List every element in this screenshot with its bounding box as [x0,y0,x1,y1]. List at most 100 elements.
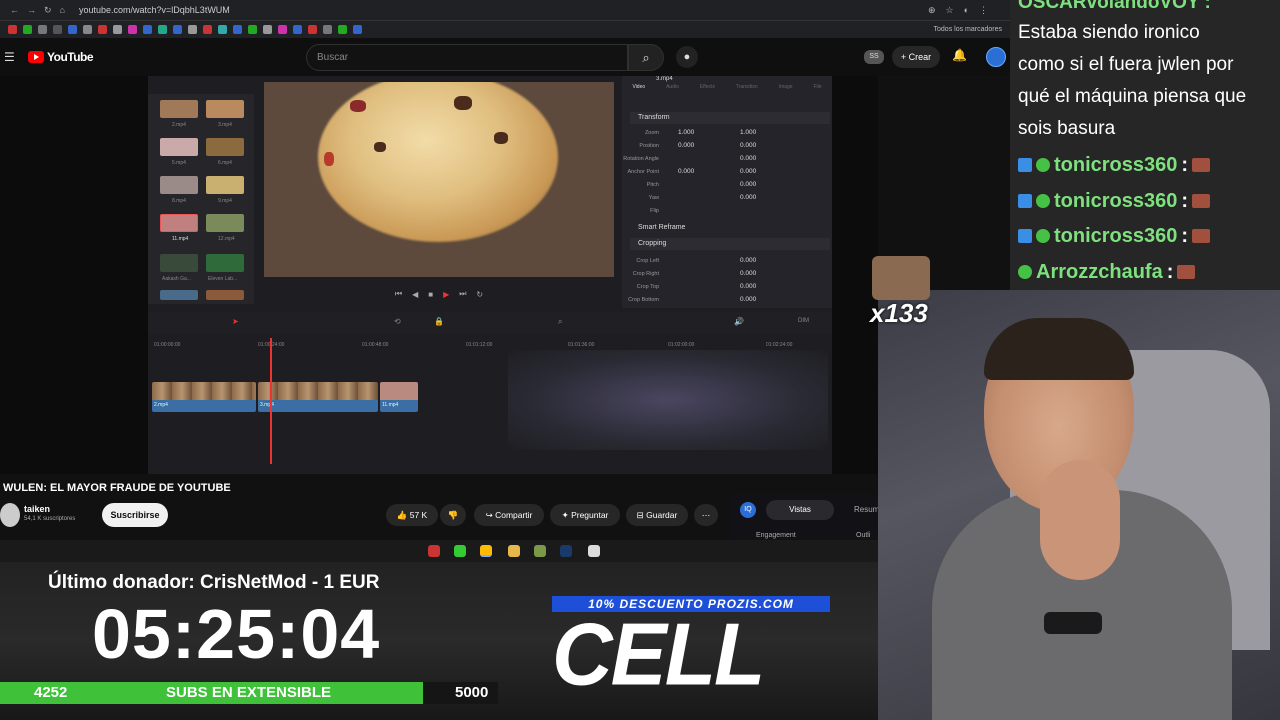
media-thumb[interactable] [206,254,244,272]
rotation-value[interactable]: 0.000 [740,155,756,162]
position-x[interactable]: 0.000 [678,142,694,149]
more-icon[interactable]: ⋯ [694,504,718,526]
channel-avatar[interactable] [0,503,20,527]
youtube-logo[interactable]: YouTube [28,50,94,64]
tab-file[interactable]: File [813,84,821,112]
transform-section[interactable]: Transform [630,112,830,124]
bookmark-icon[interactable] [113,25,122,34]
tab-transition[interactable]: Transition [736,84,758,112]
bookmark-icon[interactable] [338,25,347,34]
volume-icon[interactable]: 🔊 [734,317,744,326]
bookmark-icon[interactable] [263,25,272,34]
crop-left-value[interactable]: 0.000 [740,257,756,264]
timeline-clip[interactable]: 11.mp4 [380,382,418,412]
bookmark-icon[interactable] [8,25,17,34]
smart-reframe-section[interactable]: Smart Reframe [630,222,830,234]
zoom-x[interactable]: 1.000 [678,129,694,136]
tab-image[interactable]: Image [779,84,793,112]
step-back-icon[interactable]: ◀ [412,290,418,299]
subscribe-button[interactable]: Suscribirse [102,503,168,527]
position-y[interactable]: 0.000 [740,142,756,149]
app-icon[interactable] [454,545,466,557]
rotation-row[interactable]: Rotation Angle 0.000 [622,154,827,166]
bookmark-icon[interactable] [323,25,332,34]
zoom-row[interactable]: Zoom 1.000 1.000 [622,128,827,140]
crop-bottom-value[interactable]: 0.000 [740,296,756,303]
media-thumb[interactable] [160,290,198,300]
play-icon[interactable]: ▶ [443,290,449,299]
yaw-value[interactable]: 0.000 [740,194,756,201]
position-row[interactable]: Position 0.000 0.000 [622,141,827,153]
media-thumb[interactable] [206,176,244,194]
loop-icon[interactable]: ↻ [476,290,483,299]
bookmark-icon[interactable] [203,25,212,34]
bookmark-icon[interactable] [218,25,227,34]
bookmark-icon[interactable] [128,25,137,34]
media-thumb[interactable] [206,100,244,118]
zoom-timeline-icon[interactable]: ⌕ [558,317,562,327]
tab-summary[interactable]: Resum [854,505,879,514]
video-player[interactable]: 2.mp4 3.mp4 5.mp4 6.mp4 8.mp4 9.mp4 11.m… [0,76,878,474]
media-thumb[interactable] [206,138,244,156]
bookmark-icon[interactable] [308,25,317,34]
bookmark-icon[interactable] [353,25,362,34]
dim-button[interactable]: DIM [798,318,809,324]
bookmark-icon[interactable] [188,25,197,34]
stop-icon[interactable]: ■ [428,290,433,299]
browser-nav-icons[interactable]: ←→↻⌂ [10,5,73,16]
tab-video[interactable]: Video [632,84,645,112]
browser-toolbar-icons[interactable]: ⊕☆◐⋮ [928,5,998,16]
snap-icon[interactable]: ⟲ [394,317,401,326]
save-button[interactable]: ⊟ Guardar [626,504,688,526]
bookmark-icon[interactable] [158,25,167,34]
bookmark-icon[interactable] [293,25,302,34]
skip-back-icon[interactable]: ⏮ [395,289,402,299]
skip-forward-icon[interactable]: ⏭ [459,289,466,299]
media-thumb-selected[interactable] [160,214,198,232]
app-icon[interactable] [588,545,600,557]
bell-icon[interactable]: 🔔 [952,48,967,62]
media-thumb[interactable] [160,176,198,194]
tab-effects[interactable]: Effects [700,84,715,112]
dislike-icon[interactable]: 👎 [440,504,466,526]
avatar[interactable] [986,47,1006,67]
zoom-y[interactable]: 1.000 [740,129,756,136]
media-thumb[interactable] [206,290,244,300]
bookmark-icon[interactable] [98,25,107,34]
lock-icon[interactable]: 🔒 [434,317,444,326]
photoshop-icon[interactable] [560,545,572,557]
create-button[interactable]: + Crear [892,46,940,68]
url-field[interactable]: youtube.com/watch?v=lDqbhL3tWUM [79,5,230,15]
playhead[interactable] [270,338,272,464]
bookmark-icon[interactable] [173,25,182,34]
crop-top-value[interactable]: 0.000 [740,283,756,290]
viewer-transport-controls[interactable]: ⏮ ◀ ■ ▶ ⏭ ↻ [264,280,614,308]
bookmark-icon[interactable] [38,25,47,34]
crop-top-row[interactable]: Crop Top 0.000 [622,282,827,294]
flip-row[interactable]: Flip [622,206,827,218]
crop-left-row[interactable]: Crop Left 0.000 [622,256,827,268]
timeline-clip[interactable]: 2.mp4 [152,382,256,412]
anchor-row[interactable]: Anchor Point 0.000 0.000 [622,167,827,179]
bookmark-icon[interactable] [53,25,62,34]
bookmark-icon[interactable] [23,25,32,34]
yaw-row[interactable]: Yaw 0.000 [622,193,827,205]
tab-audio[interactable]: Audio [666,84,679,112]
bookmark-icon[interactable] [68,25,77,34]
folder-icon[interactable] [508,545,520,557]
anchor-y[interactable]: 0.000 [740,168,756,175]
channel-name[interactable]: taiken [24,504,50,514]
bookmark-icon[interactable] [278,25,287,34]
crop-right-value[interactable]: 0.000 [740,270,756,277]
pointer-tool-icon[interactable]: ➤ [232,317,239,326]
app-icon[interactable] [534,545,546,557]
anchor-x[interactable]: 0.000 [678,168,694,175]
crop-bottom-row[interactable]: Crop Bottom 0.000 [622,295,827,307]
media-thumb[interactable] [160,138,198,156]
menu-icon[interactable]: ☰ [4,50,15,64]
tab-views[interactable]: Vistas [766,500,834,520]
crop-right-row[interactable]: Crop Right 0.000 [622,269,827,281]
ask-button[interactable]: ✦ Preguntar [550,504,620,526]
media-thumb[interactable] [160,254,198,272]
all-bookmarks[interactable]: Todos los marcadores [934,26,1002,33]
